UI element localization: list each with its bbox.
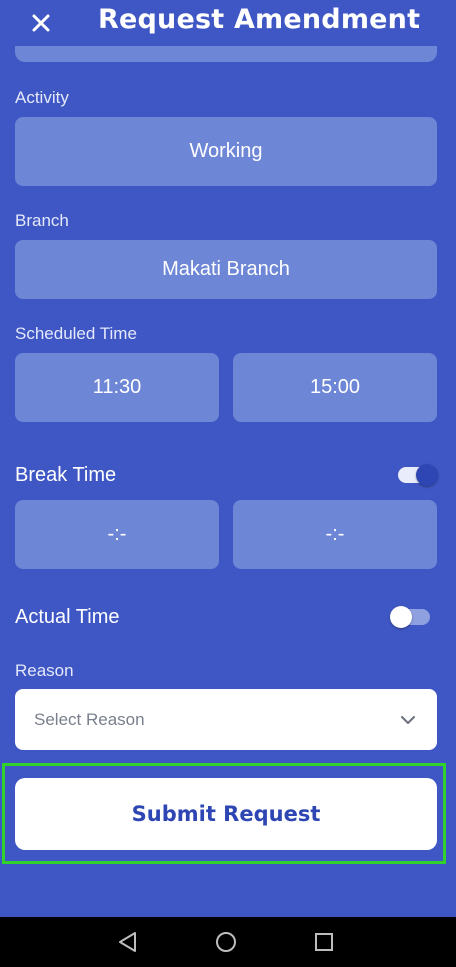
scheduled-end-field[interactable]: 15:00 <box>233 353 437 422</box>
activity-value: Working <box>189 140 263 162</box>
reason-label: Reason <box>15 661 74 680</box>
scheduled-end-value: 15:00 <box>309 376 361 398</box>
actual-time-toggle[interactable] <box>390 606 430 628</box>
break-time-toggle[interactable] <box>398 464 438 486</box>
close-icon[interactable] <box>28 10 54 36</box>
back-icon[interactable] <box>116 930 140 954</box>
branch-label: Branch <box>15 211 69 230</box>
break-start-value: -:- <box>107 523 127 545</box>
break-end-value: -:- <box>325 523 345 545</box>
break-end-field[interactable]: -:- <box>233 500 437 569</box>
chevron-down-icon <box>401 716 415 724</box>
break-time-label: Break Time <box>15 464 117 486</box>
branch-field[interactable]: Makati Branch <box>15 240 437 299</box>
scrolled-field[interactable] <box>15 46 437 62</box>
scheduled-start-field[interactable]: 11:30 <box>15 353 219 422</box>
toggle-knob <box>416 464 438 486</box>
reason-select[interactable]: Select Reason <box>15 689 437 750</box>
home-icon[interactable] <box>214 930 238 954</box>
scheduled-time-label: Scheduled Time <box>15 324 137 343</box>
scheduled-start-value: 11:30 <box>92 376 142 398</box>
break-start-field[interactable]: -:- <box>15 500 219 569</box>
page-title: Request Amendment <box>98 4 421 35</box>
branch-value: Makati Branch <box>162 258 290 280</box>
activity-field[interactable]: Working <box>15 117 437 186</box>
toggle-knob <box>390 606 412 628</box>
system-nav-bar <box>0 917 456 967</box>
submit-request-button[interactable]: Submit Request <box>15 778 437 850</box>
app-header: Request Amendment <box>0 0 456 48</box>
recents-icon[interactable] <box>312 930 336 954</box>
actual-time-label: Actual Time <box>15 606 120 628</box>
activity-label: Activity <box>15 88 69 107</box>
reason-placeholder: Select Reason <box>34 710 145 729</box>
